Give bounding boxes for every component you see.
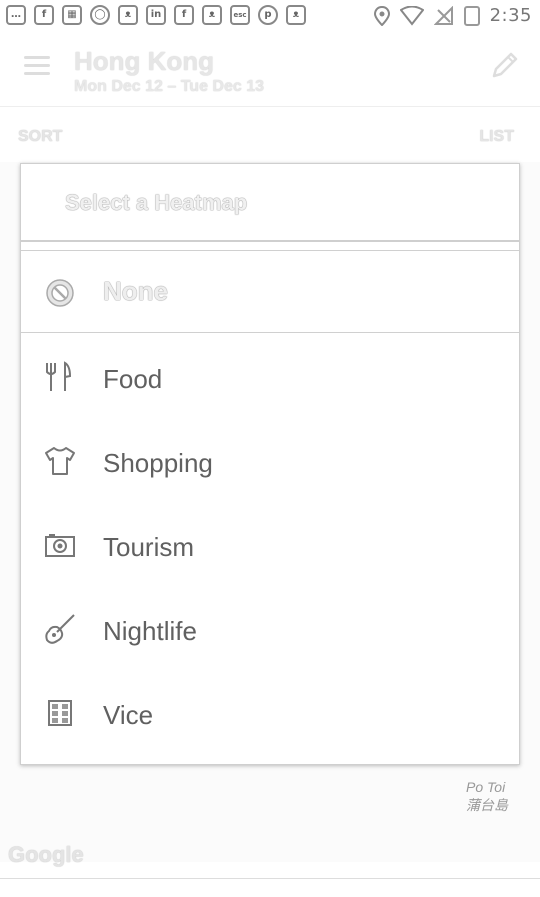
- notification-icons: … f ▦ ◯ ᴥ in f ᴥ esc p ᴥ: [6, 5, 306, 25]
- fork-knife-icon: [46, 361, 72, 391]
- option-tourism[interactable]: Tourism: [21, 504, 519, 588]
- cat-icon: ᴥ: [202, 5, 222, 25]
- signal-icon: [433, 5, 453, 25]
- hamburger-menu-icon[interactable]: [24, 56, 50, 76]
- option-label: None: [103, 276, 168, 306]
- pencil-edit-icon[interactable]: [490, 50, 520, 80]
- cat-icon: ᴥ: [286, 5, 306, 25]
- option-label: Tourism: [103, 532, 195, 562]
- option-none[interactable]: None: [21, 254, 519, 332]
- sort-button[interactable]: SORT: [18, 128, 62, 146]
- date-range: Mon Dec 12 – Tue Dec 13: [74, 78, 264, 95]
- wifi-icon: [399, 5, 424, 26]
- status-bar: … f ▦ ◯ ᴥ in f ᴥ esc p ᴥ 2:35: [0, 0, 540, 32]
- chat-bubble-icon: …: [6, 5, 26, 25]
- none-divider: [21, 332, 519, 333]
- facebook-icon: f: [174, 5, 194, 25]
- esc-icon: esc: [230, 5, 250, 25]
- title-divider-inner: [21, 250, 519, 251]
- option-label: Nightlife: [103, 616, 197, 646]
- block-icon: [46, 279, 74, 307]
- sort-list-bar: SORT LIST: [0, 106, 540, 162]
- option-label: Vice: [103, 700, 154, 730]
- option-label: Food: [103, 364, 163, 394]
- title-divider: [21, 240, 519, 242]
- option-nightlife[interactable]: Nightlife: [21, 588, 519, 672]
- option-vice[interactable]: Vice: [21, 672, 519, 756]
- heatmap-dialog: Select a Heatmap None Food Shopping Tour…: [20, 163, 520, 765]
- google-logo: Google: [8, 842, 84, 867]
- guitar-icon: [45, 614, 75, 644]
- pinterest-icon: p: [258, 5, 278, 25]
- option-label: Shopping: [103, 448, 213, 478]
- bottom-divider: [0, 878, 540, 879]
- location-icon: [373, 5, 390, 26]
- dialog-title: Select a Heatmap: [65, 190, 248, 215]
- cat-icon: ᴥ: [118, 5, 138, 25]
- building-icon: [48, 700, 72, 726]
- camera-icon: [45, 534, 75, 557]
- option-food[interactable]: Food: [21, 336, 519, 420]
- option-shopping[interactable]: Shopping: [21, 420, 519, 504]
- status-time: 2:35: [489, 5, 532, 26]
- tshirt-icon: [45, 447, 75, 475]
- whatsapp-icon: ◯: [90, 5, 110, 25]
- map-place-label: Po Toi 蒲台島: [466, 779, 508, 813]
- news-icon: ▦: [62, 5, 82, 25]
- app-bar: Hong Kong Mon Dec 12 – Tue Dec 13: [0, 32, 540, 107]
- battery-icon: [463, 5, 480, 26]
- linkedin-icon: in: [146, 5, 166, 25]
- page-title: Hong Kong: [74, 46, 215, 76]
- list-button[interactable]: LIST: [479, 128, 514, 146]
- system-icons: 2:35: [373, 5, 532, 26]
- facebook-icon: f: [34, 5, 54, 25]
